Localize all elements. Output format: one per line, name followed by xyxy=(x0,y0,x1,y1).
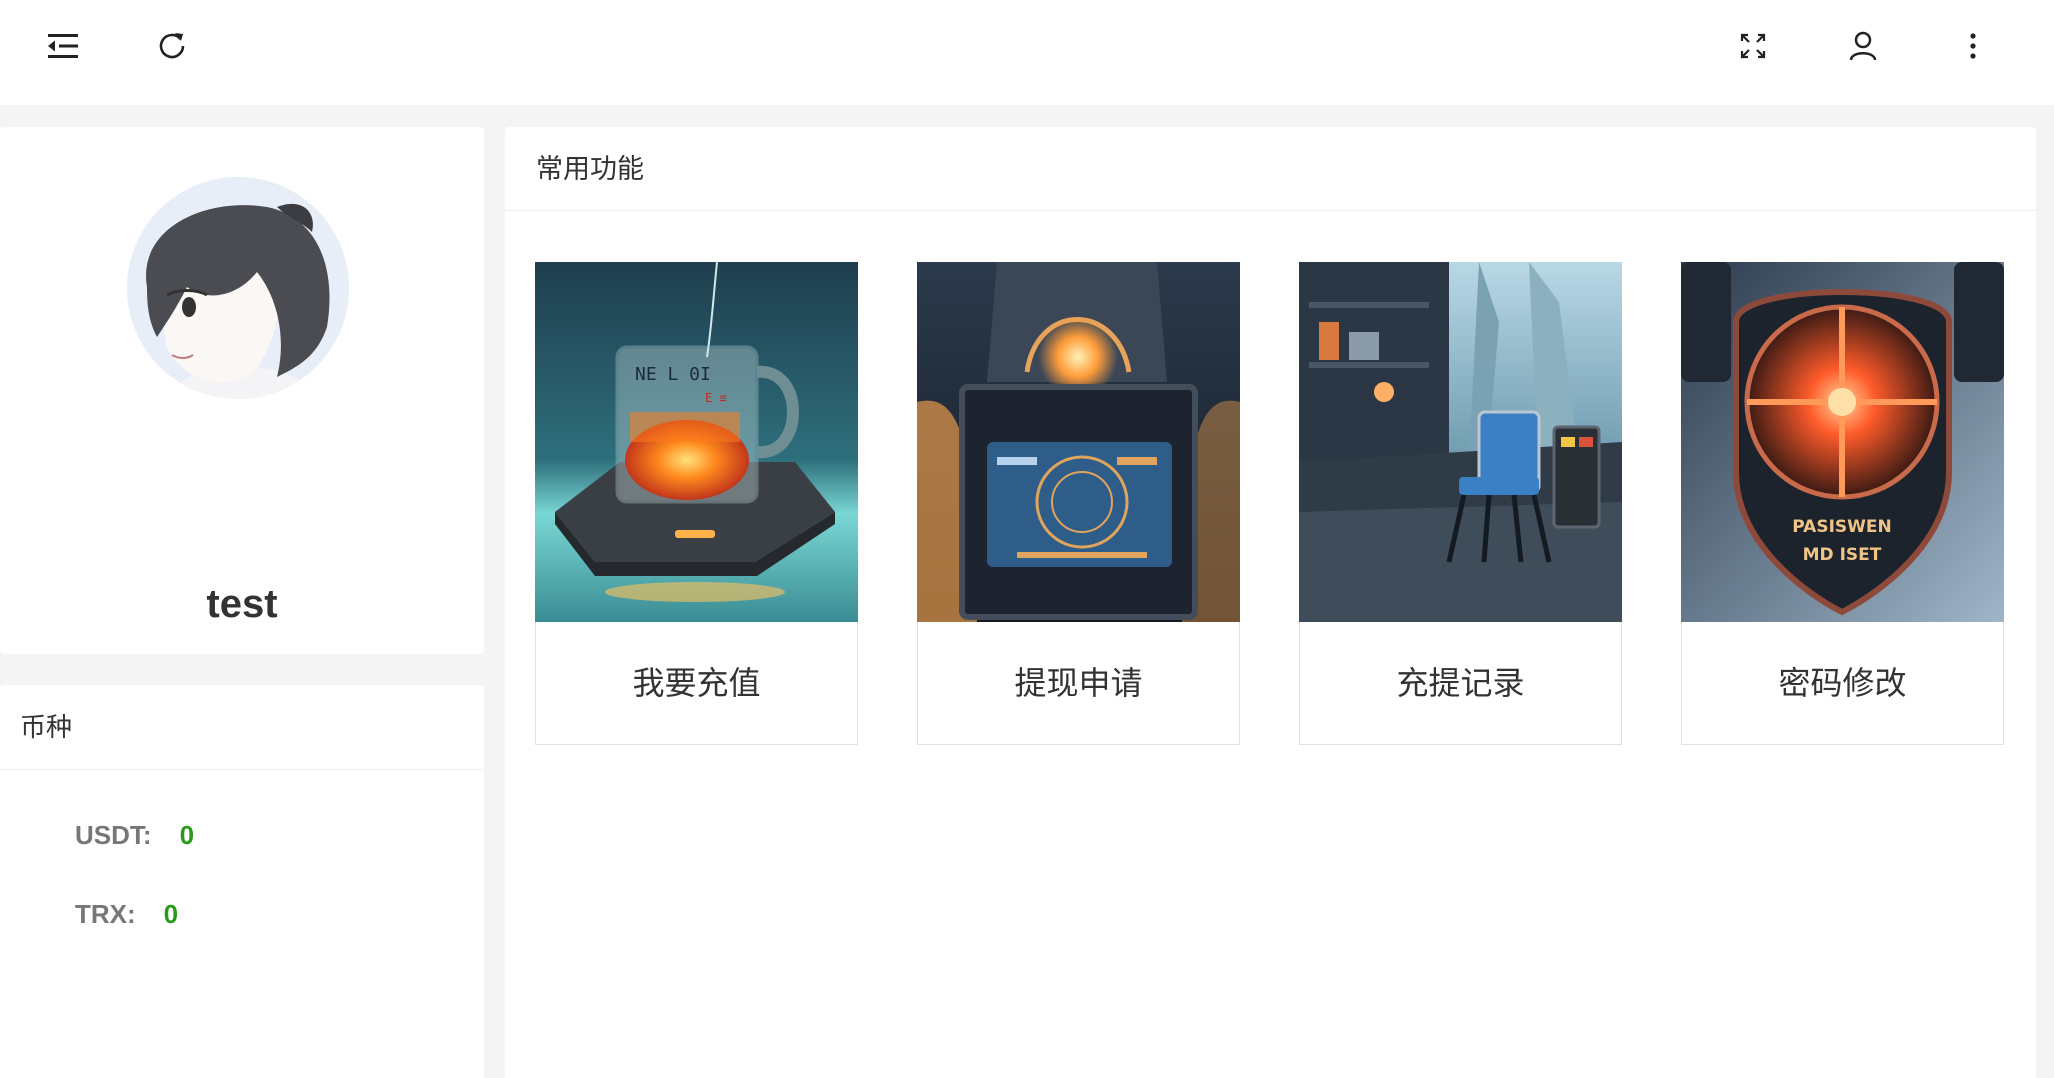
coin-card: 币种 USDT: 0 TRX: 0 xyxy=(0,685,484,1078)
profile-card: test xyxy=(0,127,484,781)
shield-emblem-illustration: PASISWEN MD ISET xyxy=(1681,262,2004,622)
recharge-tile[interactable]: NE L 0I E ≡ 我要充值 xyxy=(535,262,858,745)
top-bar xyxy=(0,0,2054,105)
more-vertical-icon[interactable] xyxy=(1943,16,2003,76)
svg-text:E ≡: E ≡ xyxy=(705,391,727,405)
functions-title: 常用功能 xyxy=(505,127,2036,211)
coin-label: TRX: xyxy=(75,899,136,929)
coin-row-usdt: USDT: 0 xyxy=(75,820,194,851)
coin-value: 0 xyxy=(179,820,195,850)
common-functions-card: 常用功能 NE L 0I E ≡ 我要充值 提现申请 充提记录 PASISWEN… xyxy=(505,127,2036,1078)
tile-label: 我要充值 xyxy=(632,665,761,701)
tile-label: 充提记录 xyxy=(1396,665,1525,701)
records-tile[interactable]: 充提记录 xyxy=(1299,262,1622,745)
tile-label: 密码修改 xyxy=(1778,665,1907,701)
password-change-tile[interactable]: PASISWEN MD ISET 密码修改 xyxy=(1681,262,2004,745)
fullscreen-icon[interactable] xyxy=(1723,16,1783,76)
coin-card-title: 币种 xyxy=(0,685,484,770)
sci-fi-room-chair-illustration xyxy=(1299,262,1622,622)
tile-label: 提现申请 xyxy=(1014,665,1143,701)
image-text-line-2: MD ISET xyxy=(1803,545,1882,565)
user-icon[interactable] xyxy=(1833,16,1893,76)
username: test xyxy=(206,582,278,626)
image-text-line-1: PASISWEN xyxy=(1792,517,1891,537)
coin-value: 0 xyxy=(163,899,179,929)
coin-label: USDT: xyxy=(75,820,152,850)
menu-fold-icon[interactable] xyxy=(33,16,93,76)
refresh-icon[interactable] xyxy=(142,16,202,76)
futuristic-console-illustration xyxy=(917,262,1240,622)
coin-row-trx: TRX: 0 xyxy=(75,899,178,930)
withdraw-tile[interactable]: 提现申请 xyxy=(917,262,1240,745)
glowing-mug-illustration: NE L 0I E ≡ xyxy=(535,262,858,622)
svg-text:NE L 0I: NE L 0I xyxy=(635,364,711,385)
avatar[interactable] xyxy=(127,177,349,399)
